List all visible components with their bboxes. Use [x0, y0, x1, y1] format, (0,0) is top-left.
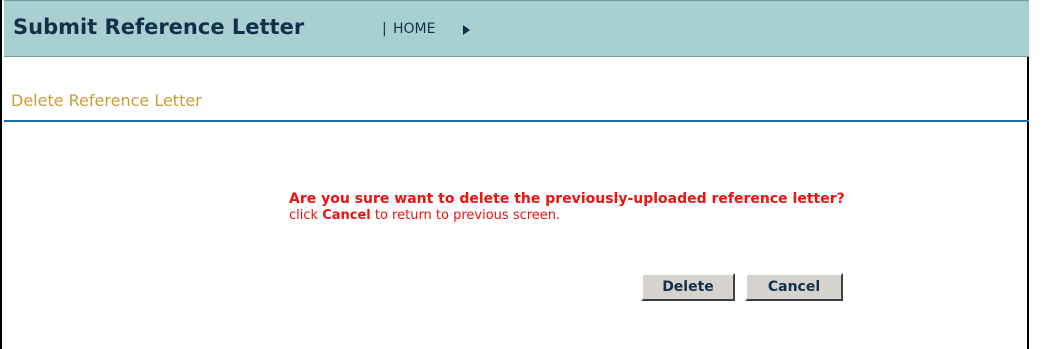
cancel-button[interactable]: Cancel — [745, 273, 843, 301]
confirmation-hint: click Cancel to return to previous scree… — [289, 208, 845, 224]
section-title: Delete Reference Letter — [11, 91, 202, 110]
home-link[interactable]: HOME — [393, 21, 435, 37]
hint-prefix: click — [289, 208, 323, 223]
page-frame: Submit Reference Letter | HOME Delete Re… — [0, 0, 1029, 349]
hint-suffix: to return to previous screen. — [370, 208, 561, 223]
header-bar: Submit Reference Letter | HOME — [4, 0, 1029, 57]
confirmation-question: Are you sure want to delete the previous… — [289, 191, 845, 207]
section-divider — [4, 120, 1029, 122]
delete-button[interactable]: Delete — [641, 273, 735, 301]
hint-cancel-keyword: Cancel — [322, 208, 371, 223]
confirmation-message: Are you sure want to delete the previous… — [289, 191, 845, 224]
page-title: Submit Reference Letter — [13, 15, 305, 39]
breadcrumb-separator: | — [382, 21, 387, 37]
triangle-right-icon[interactable] — [463, 25, 470, 35]
